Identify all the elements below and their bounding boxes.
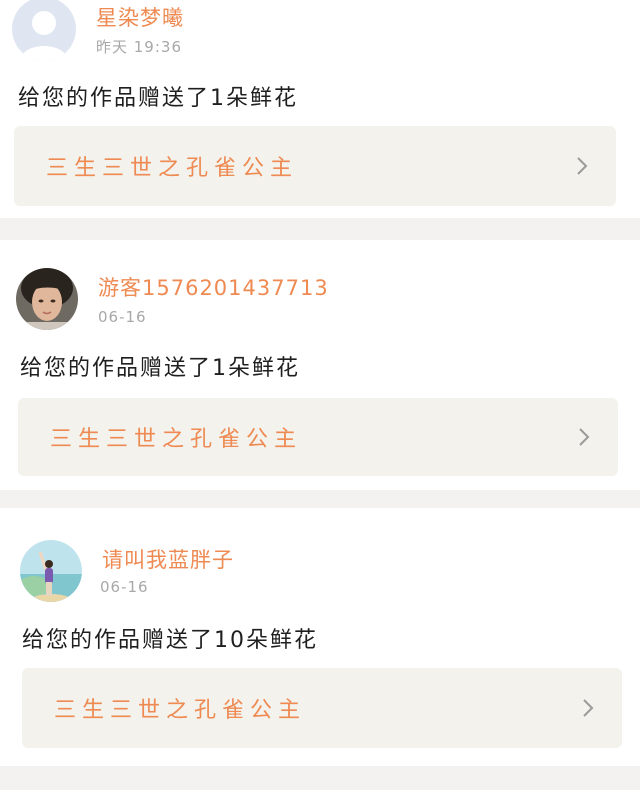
notification-card: 星染梦曦 昨天 19:36 给您的作品赠送了1朵鲜花 三生三世之孔雀公主	[0, 0, 640, 218]
work-title: 三生三世之孔雀公主	[50, 427, 303, 452]
chevron-right-icon	[578, 427, 590, 447]
gift-message: 给您的作品赠送了10朵鲜花	[22, 628, 318, 653]
chevron-right-icon	[576, 156, 588, 176]
timestamp: 06-16	[100, 578, 149, 596]
gift-message: 给您的作品赠送了1朵鲜花	[18, 86, 298, 111]
username[interactable]: 请叫我蓝胖子	[102, 544, 234, 574]
default-user-avatar-icon	[12, 0, 76, 61]
gift-message: 给您的作品赠送了1朵鲜花	[20, 356, 300, 381]
timestamp: 昨天 19:36	[96, 38, 182, 56]
chevron-right-icon	[582, 698, 594, 718]
user-avatar[interactable]	[12, 0, 76, 61]
beach-photo-avatar-icon	[20, 540, 82, 602]
work-link[interactable]: 三生三世之孔雀公主	[22, 668, 622, 748]
notification-card: 请叫我蓝胖子 06-16 给您的作品赠送了10朵鲜花 三生三世之孔雀公主	[0, 508, 640, 766]
user-avatar[interactable]	[20, 540, 82, 602]
work-title: 三生三世之孔雀公主	[46, 156, 299, 181]
username[interactable]: 星染梦曦	[96, 2, 184, 32]
username[interactable]: 游客1576201437713	[98, 272, 329, 302]
woman-photo-avatar-icon	[16, 268, 78, 330]
work-link[interactable]: 三生三世之孔雀公主	[14, 126, 616, 206]
user-avatar[interactable]	[16, 268, 78, 330]
timestamp: 06-16	[98, 308, 147, 326]
work-title: 三生三世之孔雀公主	[54, 698, 307, 723]
notification-card: 游客1576201437713 06-16 给您的作品赠送了1朵鲜花 三生三世之…	[0, 240, 640, 490]
work-link[interactable]: 三生三世之孔雀公主	[18, 398, 618, 476]
